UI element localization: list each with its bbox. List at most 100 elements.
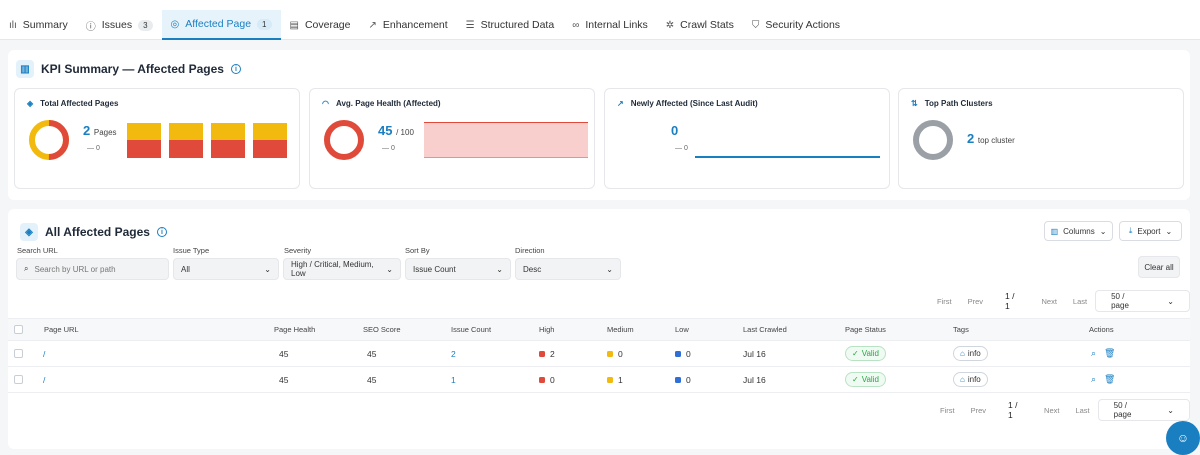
page-indicator: 1 / 1 bbox=[1008, 400, 1018, 420]
affected-pages-title: ◈ All Affected Pages i bbox=[20, 223, 167, 241]
prev-page-button[interactable]: Prev bbox=[963, 406, 994, 415]
chevron-down-icon: ⌄ bbox=[496, 264, 503, 274]
search-icon: ⌕ bbox=[24, 264, 29, 273]
view-icon[interactable]: ⌕ bbox=[1091, 348, 1096, 359]
page-url-link[interactable]: / bbox=[43, 341, 45, 366]
row-checkbox[interactable] bbox=[14, 375, 23, 384]
severity-select[interactable]: High / Critical, Medium, Low ⌄ bbox=[283, 258, 401, 280]
bar-chart-icon: ılı bbox=[9, 19, 17, 31]
first-page-button[interactable]: First bbox=[929, 297, 960, 306]
status-badge: ✓ Valid bbox=[845, 372, 886, 387]
columns-button[interactable]: ▥ Columns ⌄ bbox=[1044, 221, 1113, 241]
page-size-select[interactable]: 50 / page ⌄ bbox=[1095, 290, 1190, 312]
medium-count: 0 bbox=[618, 348, 623, 359]
column-header-issues[interactable]: Issue Count bbox=[451, 319, 491, 340]
column-header-high[interactable]: High bbox=[539, 319, 554, 340]
page-size-select[interactable]: 50 / page ⌄ bbox=[1097, 399, 1190, 421]
column-header-health[interactable]: Page Health bbox=[274, 319, 315, 340]
select-all-checkbox[interactable] bbox=[14, 325, 23, 334]
sort-by-select[interactable]: Issue Count ⌄ bbox=[405, 258, 511, 280]
delete-icon[interactable]: 🗑 bbox=[1104, 374, 1115, 385]
status-label: Valid bbox=[861, 349, 879, 358]
search-url-input[interactable]: ⌕ Search by URL or path bbox=[16, 258, 169, 280]
check-circle-icon: ✓ bbox=[852, 349, 859, 358]
tab-enhancement[interactable]: ↗ Enhancement bbox=[359, 10, 456, 40]
kpi-value: 0 bbox=[671, 123, 679, 138]
last-page-button[interactable]: Last bbox=[1067, 406, 1097, 415]
kpi-summary-panel: ▥ KPI Summary — Affected Pages i ◈ Total … bbox=[8, 50, 1190, 200]
prev-page-button[interactable]: Prev bbox=[960, 297, 991, 306]
pagination-bottom: First Prev 1 / 1 Next Last 50 / page ⌄ bbox=[932, 399, 1190, 421]
link-icon: ∞ bbox=[572, 19, 580, 31]
issue-count-link[interactable]: 2 bbox=[451, 341, 456, 366]
tab-affected-page[interactable]: ◎ Affected Page 1 bbox=[161, 10, 281, 40]
count-badge: 3 bbox=[138, 19, 153, 31]
column-header-crawled[interactable]: Last Crawled bbox=[743, 319, 787, 340]
chat-bot-button[interactable]: ☺ bbox=[1166, 421, 1200, 455]
tab-summary[interactable]: ılı Summary bbox=[0, 10, 77, 40]
sort-by-label: Sort By bbox=[405, 246, 430, 255]
medium-severity-dot bbox=[607, 376, 613, 383]
tab-coverage[interactable]: ▤ Coverage bbox=[281, 10, 360, 40]
tag-label: info bbox=[967, 375, 981, 384]
health-donut-chart bbox=[324, 120, 364, 160]
high-count: 2 bbox=[550, 348, 555, 359]
tab-label: Affected Page bbox=[185, 18, 252, 30]
delete-icon[interactable]: 🗑 bbox=[1104, 348, 1115, 359]
page-indicator: 1 / 1 bbox=[1005, 291, 1015, 311]
tag-icon: ⌂ bbox=[960, 349, 965, 358]
high-severity-dot bbox=[539, 376, 545, 383]
affected-pages-panel: ◈ All Affected Pages i ▥ Columns ⌄ ⤓ Export… bbox=[8, 209, 1190, 449]
last-page-button[interactable]: Last bbox=[1065, 297, 1095, 306]
column-header-medium[interactable]: Medium bbox=[607, 319, 634, 340]
column-header-tags[interactable]: Tags bbox=[953, 319, 969, 340]
kpi-delta: — 0 bbox=[382, 145, 395, 152]
tag-chip[interactable]: ⌂ info bbox=[953, 346, 988, 361]
tag-chip[interactable]: ⌂ info bbox=[953, 372, 988, 387]
kpi-card-avg-health: ◠ Avg. Page Health (Affected) 45 / 100 — … bbox=[309, 88, 595, 189]
database-icon: ☰ bbox=[465, 19, 475, 31]
tab-crawl-stats[interactable]: ✲ Crawl Stats bbox=[657, 10, 743, 40]
chevron-down-icon: ⌄ bbox=[606, 264, 613, 274]
column-header-low[interactable]: Low bbox=[675, 319, 689, 340]
document-icon: ▤ bbox=[289, 19, 299, 31]
robot-icon: ☺ bbox=[1176, 431, 1190, 445]
status-badge: ✓ Valid bbox=[845, 346, 886, 361]
export-button[interactable]: ⤓ Export ⌄ bbox=[1119, 221, 1182, 241]
next-page-button[interactable]: Next bbox=[1034, 297, 1065, 306]
tab-security-actions[interactable]: ⛉ Security Actions bbox=[743, 10, 849, 40]
issue-count-link[interactable]: 1 bbox=[451, 367, 456, 392]
direction-select[interactable]: Desc ⌄ bbox=[515, 258, 621, 280]
tag-icon: ⌂ bbox=[960, 375, 965, 384]
tab-label: Coverage bbox=[304, 19, 351, 31]
issue-type-select[interactable]: All ⌄ bbox=[173, 258, 279, 280]
info-icon[interactable]: i bbox=[156, 227, 167, 237]
view-icon[interactable]: ⌕ bbox=[1091, 374, 1096, 385]
table-row: / 45 45 1 0 1 0 Jul 16 ✓ Valid ⌂ info ⌕ 🗑 bbox=[8, 367, 1190, 393]
clear-all-button[interactable]: Clear all bbox=[1138, 256, 1180, 278]
first-page-button[interactable]: First bbox=[932, 406, 963, 415]
tab-issues[interactable]: ⓘ Issues 3 bbox=[77, 10, 162, 40]
kpi-card-total-affected: ◈ Total Affected Pages 2 Pages — 0 bbox=[14, 88, 300, 189]
page-url-link[interactable]: / bbox=[43, 367, 45, 392]
tab-structured-data[interactable]: ☰ Structured Data bbox=[457, 10, 564, 40]
search-placeholder: Search by URL or path bbox=[34, 264, 116, 274]
column-header-url[interactable]: Page URL bbox=[44, 319, 79, 340]
column-header-status[interactable]: Page Status bbox=[845, 319, 886, 340]
kpi-card-title: Total Affected Pages bbox=[40, 99, 119, 108]
table-header: Page URL Page Health SEO Score Issue Cou… bbox=[8, 318, 1190, 341]
column-header-seo[interactable]: SEO Score bbox=[363, 319, 401, 340]
info-icon[interactable]: i bbox=[230, 64, 241, 74]
direction-value: Desc bbox=[523, 264, 542, 274]
high-severity-dot bbox=[539, 350, 545, 357]
kpi-summary-title: ▥ KPI Summary — Affected Pages i bbox=[16, 60, 241, 78]
chevron-down-icon: ⌄ bbox=[1099, 226, 1107, 236]
severity-bar bbox=[253, 123, 287, 158]
row-checkbox[interactable] bbox=[14, 349, 23, 358]
kpi-card-newly-affected: ↗ Newly Affected (Since Last Audit) 0 — 0 bbox=[604, 88, 890, 189]
severity-bar bbox=[211, 123, 245, 158]
tab-internal-links[interactable]: ∞ Internal Links bbox=[563, 10, 657, 40]
next-page-button[interactable]: Next bbox=[1036, 406, 1067, 415]
table-row: / 45 45 2 2 0 0 Jul 16 ✓ Valid ⌂ info ⌕ 🗑 bbox=[8, 341, 1190, 367]
section-heading: KPI Summary — Affected Pages bbox=[41, 62, 224, 76]
